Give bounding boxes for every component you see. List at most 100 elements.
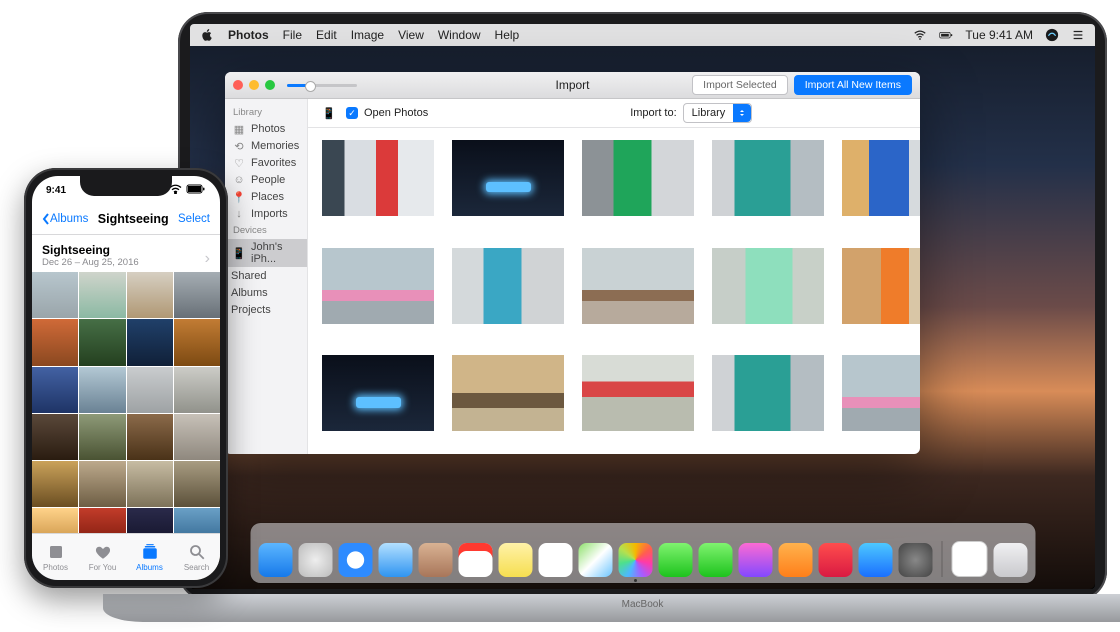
contacts-icon[interactable] <box>418 543 452 577</box>
launchpad-icon[interactable] <box>298 543 332 577</box>
maps-icon[interactable] <box>578 543 612 577</box>
notification-center-icon[interactable] <box>1071 28 1085 42</box>
import-thumb[interactable] <box>842 248 920 324</box>
import-thumb[interactable] <box>582 140 694 216</box>
menu-file[interactable]: File <box>283 28 302 42</box>
finder-icon[interactable] <box>258 543 292 577</box>
sidebar-item-device[interactable]: 📱John's iPh... <box>225 239 307 267</box>
import-thumb[interactable] <box>582 355 694 431</box>
facetime-icon[interactable] <box>698 543 732 577</box>
sidebar-item-photos[interactable]: ▦Photos <box>225 121 307 137</box>
sidebar-item-imports[interactable]: ↓Imports <box>225 206 307 222</box>
app-store-icon[interactable] <box>858 543 892 577</box>
battery-icon[interactable] <box>939 28 953 42</box>
macos-dock[interactable] <box>250 523 1035 583</box>
photos-tab[interactable]: Photos <box>32 534 79 580</box>
sidebar-item-projects[interactable]: Projects <box>225 302 307 318</box>
messages-icon[interactable] <box>658 543 692 577</box>
system-preferences-icon[interactable] <box>898 543 932 577</box>
apple-logo-icon[interactable] <box>200 28 214 42</box>
photo-thumb[interactable] <box>127 319 173 365</box>
import-thumb[interactable] <box>712 140 824 216</box>
safari-icon[interactable] <box>338 543 372 577</box>
photo-thumb[interactable] <box>32 367 78 413</box>
notes-icon[interactable] <box>498 543 532 577</box>
back-button[interactable]: Albums <box>42 213 88 225</box>
menu-edit[interactable]: Edit <box>316 28 337 42</box>
sidebar-item-albums[interactable]: Albums <box>225 285 307 301</box>
menubar-app-name[interactable]: Photos <box>228 28 269 42</box>
itunes-icon[interactable] <box>738 543 772 577</box>
sidebar-item-memories[interactable]: ⟲Memories <box>225 138 307 154</box>
import-all-new-button[interactable]: Import All New Items <box>794 75 912 95</box>
photo-thumb[interactable] <box>79 414 125 460</box>
news-icon[interactable] <box>818 543 852 577</box>
import-thumbnail-grid[interactable] <box>308 128 920 454</box>
downloads-stack-icon[interactable] <box>951 541 987 577</box>
zoom-window-icon[interactable] <box>265 80 275 90</box>
import-thumb[interactable] <box>452 248 564 324</box>
minimize-window-icon[interactable] <box>249 80 259 90</box>
album-header[interactable]: Sightseeing Dec 26 – Aug 25, 2016 › <box>32 235 220 272</box>
photo-thumb[interactable] <box>32 414 78 460</box>
open-photos-checkbox[interactable]: ✓ Open Photos <box>346 107 428 119</box>
reminders-icon[interactable] <box>538 543 572 577</box>
photos-sidebar[interactable]: Library ▦Photos ⟲Memories ♡Favorites ☺Pe… <box>225 99 308 454</box>
search-tab[interactable]: Search <box>173 534 220 580</box>
import-thumb[interactable] <box>322 140 434 216</box>
albums-tab[interactable]: Albums <box>126 534 173 580</box>
photo-thumb[interactable] <box>32 319 78 365</box>
import-thumb[interactable] <box>452 355 564 431</box>
for-you-tab[interactable]: For You <box>79 534 126 580</box>
photo-thumb[interactable] <box>79 319 125 365</box>
photo-thumb[interactable] <box>174 319 220 365</box>
siri-icon[interactable] <box>1045 28 1059 42</box>
import-thumb[interactable] <box>322 355 434 431</box>
menu-image[interactable]: Image <box>351 28 384 42</box>
photo-thumb[interactable] <box>127 414 173 460</box>
import-thumb[interactable] <box>842 140 920 216</box>
sidebar-item-people[interactable]: ☺People <box>225 172 307 188</box>
import-thumb[interactable] <box>322 248 434 324</box>
photo-thumb[interactable] <box>174 461 220 507</box>
import-selected-button[interactable]: Import Selected <box>692 75 788 95</box>
sidebar-item-favorites[interactable]: ♡Favorites <box>225 155 307 171</box>
menu-window[interactable]: Window <box>438 28 481 42</box>
sidebar-item-shared[interactable]: Shared <box>225 268 307 284</box>
trash-icon[interactable] <box>993 543 1027 577</box>
photos-dock-icon[interactable] <box>618 543 652 577</box>
photo-thumb[interactable] <box>79 461 125 507</box>
photo-thumb[interactable] <box>127 367 173 413</box>
menubar-clock[interactable]: Tue 9:41 AM <box>965 28 1033 42</box>
sidebar-item-places[interactable]: 📍Places <box>225 189 307 205</box>
photo-thumb[interactable] <box>174 367 220 413</box>
photo-thumb[interactable] <box>127 461 173 507</box>
menu-view[interactable]: View <box>398 28 424 42</box>
photo-thumb[interactable] <box>174 414 220 460</box>
wifi-icon[interactable] <box>913 28 927 42</box>
photo-thumb[interactable] <box>79 367 125 413</box>
macbook-wordmark: MacBook <box>622 599 664 610</box>
import-thumb[interactable] <box>712 355 824 431</box>
macbook-base <box>103 594 1120 622</box>
photo-thumb[interactable] <box>174 272 220 318</box>
macos-menubar[interactable]: Photos File Edit Image View Window Help … <box>190 24 1095 46</box>
photo-thumb[interactable] <box>79 272 125 318</box>
close-window-icon[interactable] <box>233 80 243 90</box>
memories-icon: ⟲ <box>233 140 245 152</box>
photo-thumb[interactable] <box>32 272 78 318</box>
calendar-icon[interactable] <box>458 543 492 577</box>
select-button[interactable]: Select <box>178 213 210 225</box>
photo-thumb[interactable] <box>127 272 173 318</box>
import-thumb[interactable] <box>842 355 920 431</box>
import-to-dropdown[interactable]: Library <box>683 103 753 123</box>
ibooks-icon[interactable] <box>778 543 812 577</box>
import-thumb[interactable] <box>712 248 824 324</box>
photos-window[interactable]: Import Import Selected Import All New It… <box>225 72 920 454</box>
mail-icon[interactable] <box>378 543 412 577</box>
import-thumb[interactable] <box>452 140 564 216</box>
photo-thumb[interactable] <box>32 461 78 507</box>
thumbnail-zoom-slider[interactable] <box>287 84 357 87</box>
import-thumb[interactable] <box>582 248 694 324</box>
menu-help[interactable]: Help <box>495 28 520 42</box>
